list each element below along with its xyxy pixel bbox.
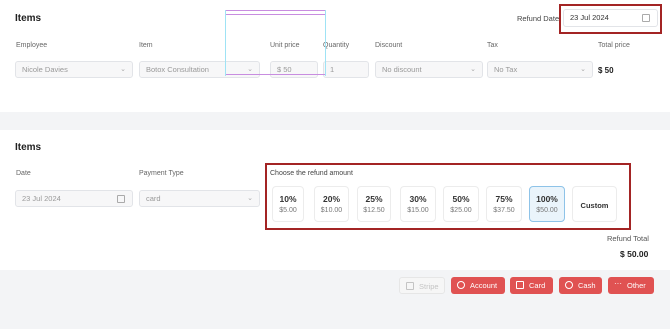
- refund-total-value: $ 50.00: [620, 249, 649, 259]
- guide-line: [325, 10, 326, 76]
- payment-type-select[interactable]: card ⌄: [139, 190, 260, 207]
- guide-line: [225, 10, 226, 76]
- refund-date-field[interactable]: 23 Jul 2024: [15, 190, 133, 207]
- refund-items-title: Items: [15, 142, 42, 153]
- column-total-price: Total price: [598, 42, 630, 49]
- column-item: Item: [139, 42, 153, 49]
- ellipsis-icon: ···: [614, 279, 622, 288]
- column-discount: Discount: [375, 42, 403, 49]
- currency-symbol: $: [277, 65, 282, 74]
- unit-price-input[interactable]: $ 50: [270, 61, 318, 78]
- column-quantity: Quantity: [323, 42, 350, 49]
- employee-select[interactable]: Nicole Davies ⌄: [15, 61, 133, 78]
- items-title: Items: [15, 13, 42, 24]
- discount-value: No discount: [382, 65, 422, 74]
- column-unit-price: Unit price: [270, 42, 300, 49]
- column-employee: Employee: [16, 42, 48, 49]
- item-value: Botox Consultation: [146, 65, 209, 74]
- refund-date-field-value: 23 Jul 2024: [22, 194, 61, 203]
- column-tax: Tax: [487, 42, 498, 49]
- tax-value: No Tax: [494, 65, 518, 74]
- guide-line: [225, 74, 325, 75]
- quantity-value: 1: [330, 65, 335, 74]
- total-price-value: $ 50: [598, 66, 614, 75]
- guide-line: [225, 10, 325, 11]
- tax-select[interactable]: No Tax ⌄: [487, 61, 593, 78]
- stripe-label: Stripe: [419, 282, 439, 291]
- account-button[interactable]: Account: [451, 277, 505, 294]
- chevron-down-icon: ⌄: [470, 66, 476, 73]
- cash-icon: [565, 281, 573, 289]
- card-label: Card: [529, 281, 546, 290]
- payment-type-value: card: [146, 194, 161, 203]
- cash-button[interactable]: Cash: [559, 277, 602, 294]
- card-button[interactable]: Card: [510, 277, 553, 294]
- refund-date-highlight: [559, 4, 662, 34]
- employee-value: Nicole Davies: [22, 65, 68, 74]
- payment-type-label: Payment Type: [139, 170, 184, 177]
- discount-select[interactable]: No discount ⌄: [375, 61, 483, 78]
- calendar-icon: [117, 195, 125, 203]
- stripe-icon: [406, 282, 414, 290]
- other-label: Other: [627, 281, 646, 290]
- refund-amount-highlight: [265, 163, 631, 230]
- other-button[interactable]: ··· Other: [608, 277, 654, 294]
- chevron-down-icon: ⌄: [120, 66, 126, 73]
- card-icon: [516, 281, 524, 289]
- stripe-button[interactable]: Stripe: [399, 277, 445, 294]
- unit-price-value: 50: [283, 65, 292, 74]
- refund-date-label: Refund Date: [517, 14, 560, 23]
- guide-line: [225, 14, 325, 15]
- chevron-down-icon: ⌄: [580, 66, 586, 73]
- quantity-input[interactable]: 1: [323, 61, 369, 78]
- cash-label: Cash: [578, 281, 596, 290]
- date-label: Date: [16, 170, 31, 177]
- chevron-down-icon: ⌄: [247, 195, 253, 202]
- account-icon: [457, 281, 465, 289]
- account-label: Account: [470, 281, 498, 290]
- item-select[interactable]: Botox Consultation ⌄: [139, 61, 260, 78]
- refund-total-label: Refund Total: [607, 234, 649, 243]
